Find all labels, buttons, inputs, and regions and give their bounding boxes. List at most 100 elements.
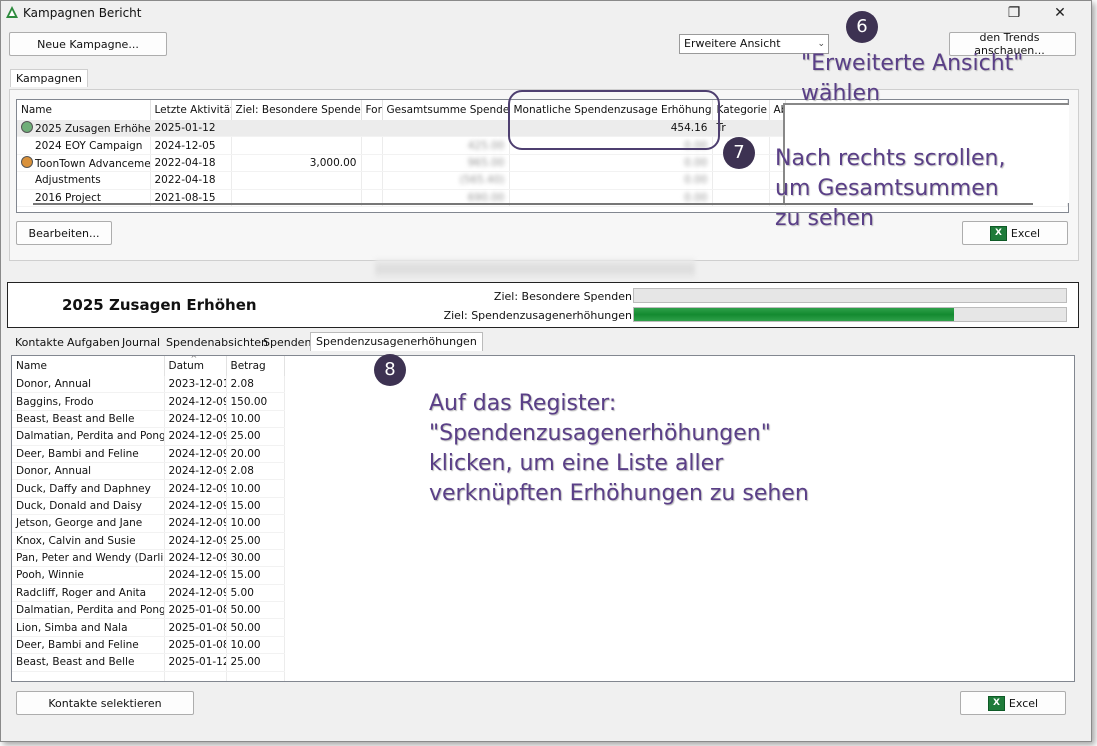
pledge-increase-row[interactable]: Deer, Bambi and Feline 2025-01-08 10.00 (12, 636, 285, 655)
campaign-date-cell: 2022-04-18 (150, 154, 232, 173)
edit-button[interactable]: Bearbeiten... (16, 221, 112, 245)
step-7-text-line3: zu sehen (775, 206, 874, 231)
campaign-monthly-cell: 0.00 (509, 154, 713, 173)
close-button[interactable]: ✕ (1045, 3, 1075, 23)
pledge-increase-row[interactable]: Baggins, Frodo 2024-12-09 150.00 (12, 392, 285, 411)
tab-campaigns[interactable]: Kampagnen (10, 69, 88, 87)
pledge-increase-row[interactable]: Pooh, Winnie 2024-12-09 15.00 (12, 566, 285, 585)
excel-icon: X (987, 695, 1005, 711)
amount-cell: 150.00 (226, 392, 285, 411)
step-7-marker: 7 (723, 137, 755, 169)
campaign-goal-cell (231, 136, 362, 155)
amount-cell: 20.00 (226, 445, 285, 463)
step-7-text-line1: Nach rechts scrollen, (775, 146, 1006, 171)
pledge-increase-row[interactable]: Beast, Beast and Belle 2024-12-09 10.00 (12, 410, 285, 429)
amount-cell: 10.00 (226, 514, 285, 533)
column-header-last-activity[interactable]: Letzte Aktivität (150, 100, 232, 120)
donor-name-cell: Jetson, George and Jane (12, 514, 165, 533)
amount-cell: 30.00 (226, 549, 285, 568)
title-bar: Kampagnen Bericht ❐ ✕ (1, 1, 1091, 25)
pledge-increase-row[interactable]: Deer, Bambi and Feline 2024-12-09 20.00 (12, 445, 285, 463)
horizontal-scrollbar[interactable] (33, 203, 1033, 205)
column-header-name[interactable]: Name (12, 356, 165, 376)
goal-increases-label: Ziel: Spendenzusagenerhöhungen (443, 309, 632, 322)
tab-journal[interactable]: Journal (118, 334, 164, 351)
donor-name-cell: Deer, Bambi and Feline (12, 445, 165, 463)
amount-cell: 2.08 (226, 462, 285, 481)
column-header-goal-special[interactable]: Ziel: Besondere Spenden (231, 100, 362, 120)
date-cell: 2024-12-09 (164, 549, 227, 568)
date-cell: 2024-12-09 (164, 427, 227, 446)
campaign-date-cell: 2025-01-12 (150, 120, 232, 138)
window-title: Kampagnen Bericht (23, 6, 142, 20)
column-header-amount[interactable]: Betrag (226, 356, 285, 376)
step-8-text-line2: "Spendenzusagenerhöhungen" (429, 421, 771, 446)
pledge-increase-row[interactable]: Pan, Peter and Wendy (Darling)2024-12-09… (12, 549, 285, 568)
campaign-report-window: Kampagnen Bericht ❐ ✕ Neue Kampagne... E… (0, 0, 1092, 742)
pledge-increase-row[interactable]: Duck, Donald and Daisy 2024-12-09 15.00 (12, 497, 285, 516)
tab-donations[interactable]: Spenden (259, 334, 315, 351)
column-header-for[interactable]: For (361, 100, 383, 120)
campaign-date-cell: 2022-04-18 (150, 171, 232, 190)
donor-name-cell: Beast, Beast and Belle (12, 410, 165, 429)
tab-donation-intentions[interactable]: Spendenabsichten (162, 334, 272, 351)
pledge-increase-row[interactable]: Duck, Daffy and Daphney 2024-12-09 10.00 (12, 479, 285, 498)
column-header-date[interactable]: Datum ^ (164, 356, 227, 376)
date-cell: 2024-12-09 (164, 462, 227, 481)
restore-button[interactable]: ❐ (999, 3, 1029, 23)
step-8-text-line4: verknüpften Erhöhungen zu sehen (429, 481, 809, 506)
amount-cell: 50.00 (226, 601, 285, 620)
pledge-increase-row[interactable]: Dalmatian, Perdita and Pongo 2025-01-08 50… (12, 601, 285, 620)
date-cell: 2025-01-08 (164, 636, 227, 655)
excel-label: Excel (1010, 226, 1041, 240)
donor-name-cell: Duck, Donald and Daisy (12, 497, 165, 516)
amount-cell: 25.00 (226, 653, 285, 672)
donor-name-cell: Dalmatian, Perdita and Pongo (12, 427, 165, 446)
pledge-increase-row[interactable]: Dalmatian, Perdita and Pongo 2024-12-09 25… (12, 427, 285, 446)
column-header-total-donations[interactable]: Gesamtsumme Spenden (382, 100, 510, 120)
date-cell: 2024-12-09 (164, 532, 227, 550)
amount-cell: 25.00 (226, 532, 285, 550)
excel-export-button-top[interactable]: X Excel (962, 221, 1068, 245)
date-cell: 2024-12-09 (164, 497, 227, 516)
pledge-increase-row[interactable]: Jetson, George and Jane 2024-12-09 10.00 (12, 514, 285, 533)
date-cell: 2025-01-08 (164, 601, 227, 620)
column-header-category[interactable]: Kategorie (712, 100, 770, 120)
status-dot-icon (21, 121, 33, 134)
donor-name-cell: Pooh, Winnie (12, 566, 165, 585)
tab-contacts[interactable]: Kontakte (11, 334, 68, 351)
donor-name-cell: Donor, Annual (12, 462, 165, 481)
pledge-increase-row[interactable]: Knox, Calvin and Susie 2024-12-09 25.00 (12, 532, 285, 550)
tab-tasks[interactable]: Aufgaben (63, 334, 124, 351)
highlight-oval (508, 90, 720, 150)
select-contacts-button[interactable]: Kontakte selektieren (16, 691, 194, 715)
date-cell: 2025-01-08 (164, 618, 227, 637)
tab-pledge-increases[interactable]: Spendenzusagenerhöhungen (310, 332, 483, 351)
date-cell: 2024-12-09 (164, 445, 227, 463)
date-cell: 2024-12-09 (164, 392, 227, 411)
excel-export-button-bottom[interactable]: X Excel (960, 691, 1066, 715)
donor-name-cell: Donor, Annual (12, 376, 165, 394)
donor-name-cell: Pan, Peter and Wendy (Darling) (12, 549, 165, 568)
pledge-increase-row[interactable]: Donor, Annual 2023-12-01 2.08 (12, 376, 285, 394)
amount-cell: 15.00 (226, 497, 285, 516)
donor-name-cell: Beast, Beast and Belle (12, 653, 165, 672)
column-header-name[interactable]: Name (17, 100, 151, 120)
pledge-increase-row[interactable]: Radcliff, Roger and Anita 2024-12-09 5.00 (12, 584, 285, 603)
date-cell: 2024-12-09 (164, 566, 227, 585)
amount-cell: 5.00 (226, 584, 285, 603)
pledge-increase-row[interactable]: Beast, Beast and Belle 2025-01-12 25.00 (12, 653, 285, 672)
amount-cell: 10.00 (226, 636, 285, 655)
campaign-for-cell (361, 154, 383, 173)
splitter[interactable] (375, 259, 695, 279)
pledge-increase-row[interactable]: Lion, Simba and Nala 2025-01-08 50.00 (12, 618, 285, 637)
campaign-for-cell (361, 120, 383, 138)
campaign-total-cell: 965.00 (382, 154, 510, 173)
campaign-detail-header: 2025 Zusagen Erhöhen Ziel: Besondere Spe… (7, 282, 1079, 328)
campaign-for-cell (361, 136, 383, 155)
date-cell: 2024-12-09 (164, 479, 227, 498)
step-6-marker: 6 (846, 11, 878, 43)
donor-name-cell: Baggins, Frodo (12, 392, 165, 411)
new-campaign-button[interactable]: Neue Kampagne... (9, 32, 167, 56)
pledge-increase-row[interactable]: Donor, Annual 2024-12-09 2.08 (12, 462, 285, 481)
